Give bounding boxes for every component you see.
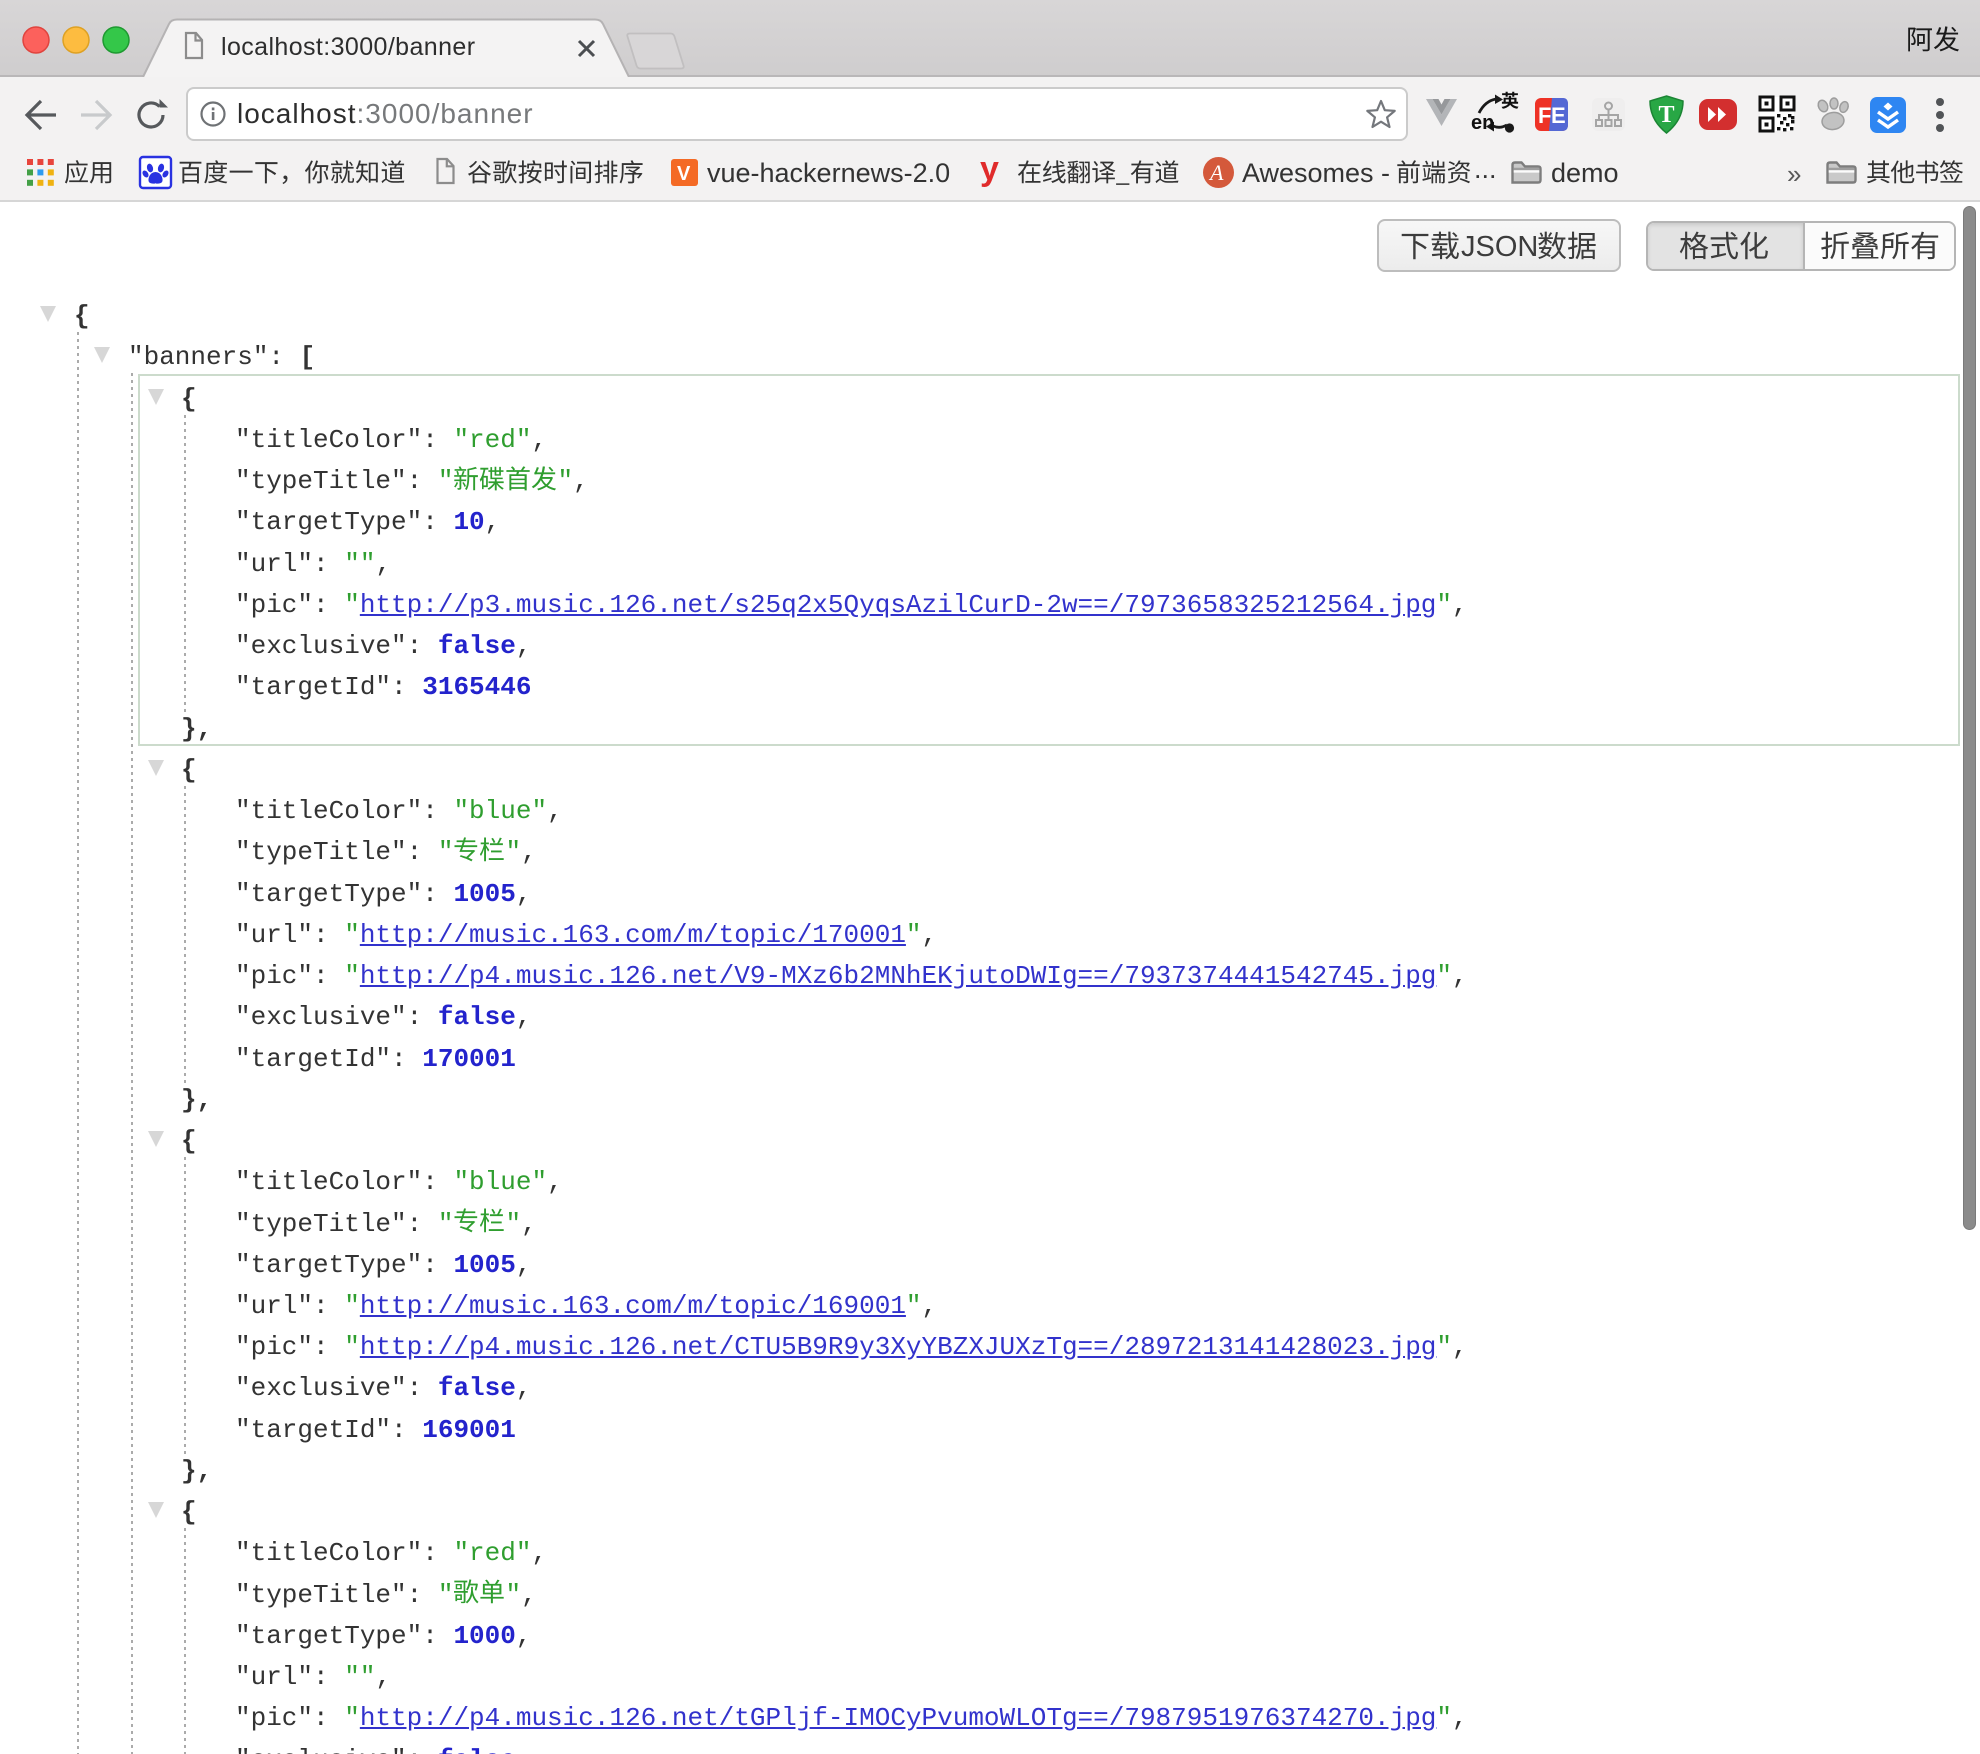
svg-text:F: F <box>1538 103 1551 128</box>
svg-text:A: A <box>1208 160 1224 185</box>
svg-text:E: E <box>1551 103 1566 128</box>
svg-text:T: T <box>1659 102 1675 128</box>
svg-text:V: V <box>677 163 691 185</box>
